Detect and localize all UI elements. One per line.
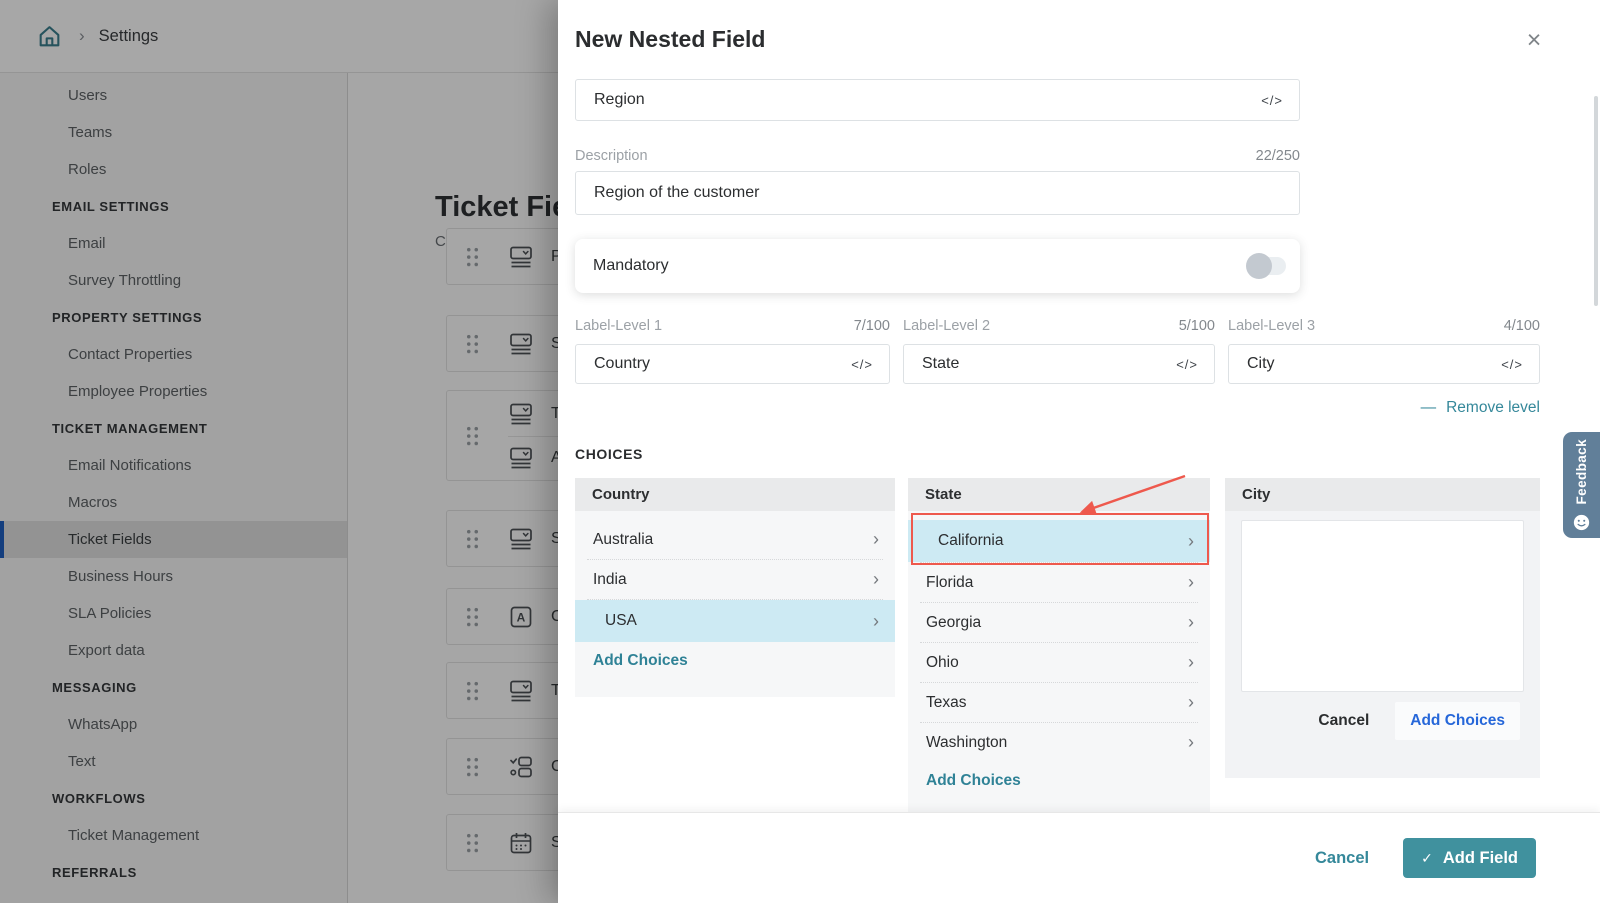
cancel-button[interactable]: Cancel: [1315, 849, 1369, 868]
city-column-header: City: [1225, 478, 1540, 511]
choice-australia[interactable]: Australia ›: [575, 520, 895, 559]
choice-label: USA: [605, 612, 637, 630]
mandatory-label: Mandatory: [593, 257, 669, 275]
feedback-label: Feedback: [1574, 439, 1589, 504]
screen: › Settings Users Teams Roles EMAIL SETTI…: [0, 0, 1600, 903]
choice-washington[interactable]: Washington ›: [908, 723, 1210, 762]
field-name-input[interactable]: [576, 91, 1261, 109]
toggle-knob: [1246, 253, 1272, 279]
choices-column-state: State California › Florida › Georgia ›: [908, 478, 1210, 812]
choices-heading: CHOICES: [575, 446, 643, 462]
chevron-right-icon: ›: [1188, 652, 1194, 673]
choice-label: Washington: [926, 734, 1007, 752]
choices-column-country: Country Australia › India › USA ›: [575, 478, 895, 697]
remove-level-row: — Remove level: [575, 399, 1540, 417]
chevron-right-icon: ›: [1188, 612, 1194, 633]
choice-texas[interactable]: Texas ›: [908, 683, 1210, 722]
add-choices-link-state[interactable]: Add Choices: [926, 772, 1021, 790]
code-icon[interactable]: </>: [1501, 357, 1539, 372]
choice-florida[interactable]: Florida ›: [908, 563, 1210, 602]
smiley-icon: [1573, 514, 1590, 531]
description-input[interactable]: [576, 184, 1299, 202]
level3-label: Label-Level 3: [1228, 318, 1315, 334]
choice-usa[interactable]: USA ›: [575, 600, 895, 642]
level3-counter: 4/100: [1504, 318, 1540, 334]
description-label: Description: [575, 148, 648, 164]
choice-label: Texas: [926, 694, 967, 712]
level1-box: </>: [575, 344, 890, 384]
chevron-right-icon: ›: [1188, 692, 1194, 713]
level2-counter: 5/100: [1179, 318, 1215, 334]
level3-label-row: Label-Level 3 4/100: [1228, 318, 1540, 334]
choice-label: Australia: [593, 531, 653, 549]
add-choices-link-country[interactable]: Add Choices: [593, 652, 688, 670]
choice-label: Florida: [926, 574, 973, 592]
code-icon[interactable]: </>: [1261, 93, 1299, 108]
description-counter: 22/250: [1256, 148, 1300, 164]
level1-label: Label-Level 1: [575, 318, 662, 334]
remove-level-link[interactable]: Remove level: [1446, 399, 1540, 416]
level1-label-row: Label-Level 1 7/100: [575, 318, 890, 334]
choice-label: Georgia: [926, 614, 981, 632]
choice-label: Ohio: [926, 654, 959, 672]
chevron-right-icon: ›: [1188, 572, 1194, 593]
code-icon[interactable]: </>: [1176, 357, 1214, 372]
choice-california[interactable]: California ›: [908, 520, 1210, 562]
code-icon[interactable]: </>: [851, 357, 889, 372]
chevron-right-icon: ›: [873, 529, 879, 550]
description-label-row: Description 22/250: [575, 148, 1300, 164]
choice-india[interactable]: India ›: [575, 560, 895, 599]
country-column-header: Country: [575, 478, 895, 511]
chevron-right-icon: ›: [873, 611, 879, 632]
level3-input[interactable]: [1229, 355, 1501, 373]
choices-column-city: City Cancel Add Choices: [1225, 478, 1540, 778]
level1-counter: 7/100: [854, 318, 890, 334]
chevron-right-icon: ›: [1188, 732, 1194, 753]
state-column-header: State: [908, 478, 1210, 511]
chevron-right-icon: ›: [1188, 531, 1194, 552]
level1-input[interactable]: [576, 355, 851, 373]
mandatory-toggle[interactable]: [1248, 257, 1286, 275]
choice-ohio[interactable]: Ohio ›: [908, 643, 1210, 682]
chevron-right-icon: ›: [873, 569, 879, 590]
add-field-button[interactable]: ✓ Add Field: [1403, 838, 1536, 878]
city-add-choices-button[interactable]: Add Choices: [1395, 702, 1520, 740]
level3-box: </>: [1228, 344, 1540, 384]
choice-label: India: [593, 571, 627, 589]
modal-footer: Cancel ✓ Add Field: [558, 812, 1600, 903]
city-cancel-button[interactable]: Cancel: [1318, 712, 1369, 730]
new-nested-field-modal: New Nested Field × </> Description 22/25…: [558, 0, 1600, 903]
level2-input[interactable]: [904, 355, 1176, 373]
choice-label: California: [938, 532, 1003, 550]
check-icon: ✓: [1421, 850, 1433, 867]
add-field-label: Add Field: [1443, 849, 1518, 868]
field-name-box: </>: [575, 79, 1300, 121]
modal-body: </> Description 22/250 Mandatory Label-L…: [558, 0, 1600, 812]
choice-georgia[interactable]: Georgia ›: [908, 603, 1210, 642]
city-column-footer: Cancel Add Choices: [1225, 692, 1540, 740]
level2-label-row: Label-Level 2 5/100: [903, 318, 1215, 334]
description-box: [575, 171, 1300, 215]
level2-box: </>: [903, 344, 1215, 384]
mandatory-row: Mandatory: [575, 239, 1300, 293]
minus-icon: —: [1421, 399, 1437, 416]
level2-label: Label-Level 2: [903, 318, 990, 334]
city-choices-empty-box[interactable]: [1241, 520, 1524, 692]
feedback-tab[interactable]: Feedback: [1563, 432, 1600, 538]
modal-scrollbar[interactable]: [1594, 96, 1598, 306]
